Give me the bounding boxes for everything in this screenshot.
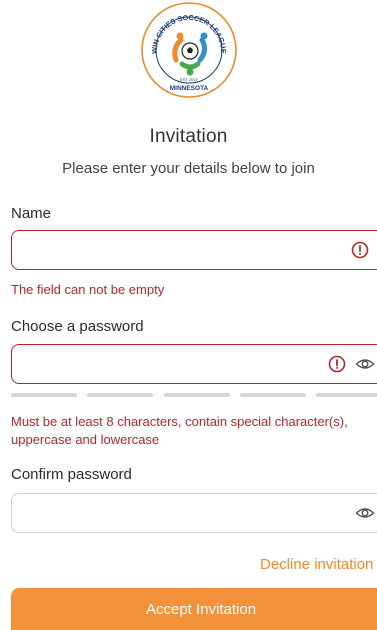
decline-invitation-link[interactable]: Decline invitation [260, 556, 373, 573]
accept-invitation-button[interactable]: Accept Invitation [11, 588, 377, 630]
password-strength-segment [316, 393, 377, 397]
page-subtitle: Please enter your details below to join [62, 160, 315, 177]
show-password-eye-icon[interactable] [355, 504, 375, 522]
page-title: Invitation [149, 126, 228, 147]
name-label: Name [11, 205, 52, 222]
password-error-text-line1: Must be at least 8 characters, contain s… [11, 414, 348, 429]
password-label: Choose a password [11, 318, 144, 335]
error-icon [328, 355, 346, 373]
password-field[interactable] [11, 344, 377, 384]
logo-bottom-text: MINNESOTA [170, 85, 209, 92]
accept-invitation-label: Accept Invitation [145, 600, 257, 618]
confirm-password-label: Confirm password [11, 466, 132, 483]
league-logo: TWIN CITIES SOCCER LEAGUES EST 2007 MINN… [136, 0, 237, 98]
password-strength-segment [11, 393, 77, 397]
password-strength-segment [87, 393, 153, 397]
error-icon [351, 241, 369, 259]
name-field[interactable] [11, 230, 377, 270]
password-strength-segment [164, 393, 230, 397]
password-strength-segment [240, 393, 306, 397]
confirm-password-field[interactable] [11, 493, 377, 533]
logo-est-text: EST 2007 [180, 77, 198, 82]
show-password-eye-icon[interactable] [355, 355, 375, 373]
name-error-text: The field can not be empty [11, 282, 165, 297]
password-error-text-line2: uppercase and lowercase [11, 432, 160, 447]
